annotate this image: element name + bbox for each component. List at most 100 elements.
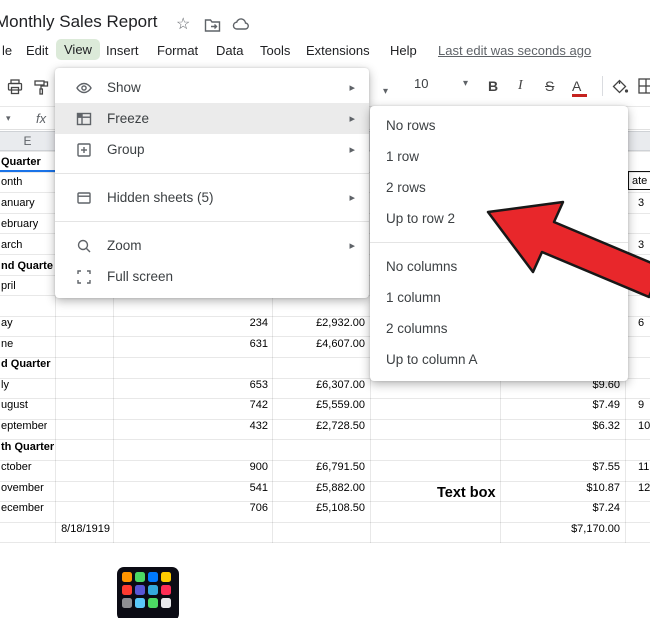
- cell-quantity[interactable]: 900: [162, 460, 268, 474]
- freeze-option-1-column[interactable]: 1 column: [370, 282, 628, 313]
- toolbar-dropdown-caret-icon[interactable]: ▾: [383, 82, 388, 102]
- cell-label[interactable]: ebruary: [1, 217, 38, 231]
- menu-tools[interactable]: Tools: [260, 43, 290, 58]
- cell-quantity[interactable]: 541: [162, 481, 268, 495]
- date-header-cell[interactable]: ate: [628, 171, 650, 190]
- cell-label[interactable]: nd Quarte: [1, 259, 53, 273]
- cell-quantity[interactable]: 432: [162, 419, 268, 433]
- cloud-saved-icon[interactable]: [232, 17, 250, 36]
- cell-label[interactable]: ctober: [1, 460, 32, 474]
- menu-item-label: Zoom: [107, 238, 142, 253]
- menu-item-label: Hidden sheets (5): [107, 190, 214, 205]
- menu-help[interactable]: Help: [390, 43, 417, 58]
- last-edit-link[interactable]: Last edit was seconds ago: [438, 43, 591, 58]
- menu-item-label: Freeze: [107, 111, 149, 126]
- cell-label[interactable]: ovember: [1, 481, 44, 495]
- move-folder-icon[interactable]: [204, 18, 221, 38]
- cell-label[interactable]: ly: [1, 378, 9, 392]
- freeze-submenu: No rows 1 row 2 rows Up to row 2 No colu…: [370, 106, 628, 381]
- cell-label[interactable]: anuary: [1, 196, 35, 210]
- menu-item-hidden-sheets[interactable]: Hidden sheets (5) ▸: [55, 182, 369, 213]
- cell-edge-value[interactable]: 11: [638, 460, 650, 474]
- cell-total[interactable]: $7,170.00: [519, 522, 620, 536]
- text-box[interactable]: Text box: [437, 485, 496, 501]
- menu-item-freeze[interactable]: Freeze ▸: [55, 103, 369, 134]
- strikethrough-button[interactable]: S: [545, 76, 554, 96]
- menu-view[interactable]: View: [56, 39, 100, 60]
- cell-label[interactable]: Quarter: [1, 155, 41, 169]
- phone-screenshot-image[interactable]: [117, 567, 179, 618]
- cell-label[interactable]: onth: [1, 175, 22, 189]
- cell-amount-usd[interactable]: $7.24: [519, 501, 620, 515]
- cell-edge-value[interactable]: 3: [638, 196, 650, 210]
- cell-label[interactable]: eptember: [1, 419, 47, 433]
- cell-label[interactable]: arch: [1, 238, 22, 252]
- font-size-control[interactable]: 10 ▾: [414, 76, 468, 91]
- cell-edge-value[interactable]: 6: [638, 279, 650, 293]
- sheet-row: eptember 432£2,728.50 $6.32 10: [0, 416, 650, 436]
- menu-item-zoom[interactable]: Zoom ▸: [55, 230, 369, 261]
- menu-item-group[interactable]: Group ▸: [55, 134, 369, 165]
- document-title[interactable]: Monthly Sales Report: [0, 12, 158, 32]
- name-box-caret-icon[interactable]: ▾: [6, 113, 11, 124]
- cell-amount-gbp[interactable]: £4,607.00: [263, 337, 365, 351]
- cell-label[interactable]: ay: [1, 316, 13, 330]
- print-icon[interactable]: [6, 78, 24, 101]
- cell-edge-value[interactable]: 12: [638, 481, 650, 495]
- menu-format[interactable]: Format: [157, 43, 198, 58]
- cell-label[interactable]: ne: [1, 337, 13, 351]
- cell-quantity[interactable]: 631: [162, 337, 268, 351]
- freeze-option-no-rows[interactable]: No rows: [370, 110, 628, 141]
- menu-insert[interactable]: Insert: [106, 43, 139, 58]
- cell-amount-gbp[interactable]: £2,932.00: [263, 316, 365, 330]
- menu-data[interactable]: Data: [216, 43, 243, 58]
- borders-icon[interactable]: [637, 77, 650, 100]
- cell-date[interactable]: 8/18/1919: [28, 522, 110, 536]
- cell-edge-value[interactable]: 10: [638, 419, 650, 433]
- freeze-option-1-row[interactable]: 1 row: [370, 141, 628, 172]
- cell-edge-value[interactable]: 3: [638, 238, 650, 252]
- sheet-row: 8/18/1919 $7,170.00: [0, 519, 650, 539]
- cell-amount-gbp[interactable]: £2,728.50: [263, 419, 365, 433]
- star-icon[interactable]: ☆: [176, 14, 190, 34]
- menu-edit[interactable]: Edit: [26, 43, 48, 58]
- freeze-option-no-columns[interactable]: No columns: [370, 251, 628, 282]
- menu-extensions[interactable]: Extensions: [306, 43, 370, 58]
- fill-color-icon[interactable]: [610, 77, 629, 100]
- freeze-option-2-rows[interactable]: 2 rows: [370, 172, 628, 203]
- cell-amount-gbp[interactable]: £6,791.50: [263, 460, 365, 474]
- gridline: [0, 542, 650, 543]
- menu-file[interactable]: le: [2, 43, 12, 58]
- cell-quantity[interactable]: 234: [162, 316, 268, 330]
- paint-format-icon[interactable]: [32, 78, 50, 101]
- cell-edge-value[interactable]: 9: [638, 398, 650, 412]
- cell-quantity[interactable]: 706: [162, 501, 268, 515]
- freeze-option-up-to-column-a[interactable]: Up to column A: [370, 344, 628, 375]
- cell-edge-value[interactable]: 6: [638, 316, 650, 330]
- cell-amount-gbp[interactable]: £5,559.00: [263, 398, 365, 412]
- cell-amount-usd[interactable]: $10.87: [519, 481, 620, 495]
- freeze-option-2-columns[interactable]: 2 columns: [370, 313, 628, 344]
- cell-amount-gbp[interactable]: £5,882.00: [263, 481, 365, 495]
- cell-amount-gbp[interactable]: £6,307.00: [263, 378, 365, 392]
- cell-amount-usd[interactable]: $6.32: [519, 419, 620, 433]
- cell-label[interactable]: ugust: [1, 398, 28, 412]
- menu-item-show[interactable]: Show ▸: [55, 72, 369, 103]
- cell-label[interactable]: th Quarter: [1, 440, 54, 454]
- freeze-option-up-to-row-2[interactable]: Up to row 2: [370, 203, 628, 234]
- menu-divider: [55, 221, 369, 222]
- cell-label[interactable]: ecember: [1, 501, 44, 515]
- sheet-row: ovember 541£5,882.00 $10.87 12: [0, 478, 650, 498]
- cell-amount-gbp[interactable]: £5,108.50: [263, 501, 365, 515]
- cell-amount-usd[interactable]: $7.55: [519, 460, 620, 474]
- italic-button[interactable]: I: [518, 76, 523, 96]
- column-header-e[interactable]: E: [0, 132, 56, 150]
- menu-item-full-screen[interactable]: Full screen: [55, 261, 369, 292]
- cell-amount-usd[interactable]: $7.49: [519, 398, 620, 412]
- cell-quantity[interactable]: 653: [162, 378, 268, 392]
- cell-label[interactable]: pril: [1, 279, 16, 293]
- cell-label[interactable]: d Quarter: [1, 357, 51, 371]
- cell-quantity[interactable]: 742: [162, 398, 268, 412]
- bold-button[interactable]: B: [488, 76, 498, 96]
- text-color-button[interactable]: A: [572, 76, 581, 96]
